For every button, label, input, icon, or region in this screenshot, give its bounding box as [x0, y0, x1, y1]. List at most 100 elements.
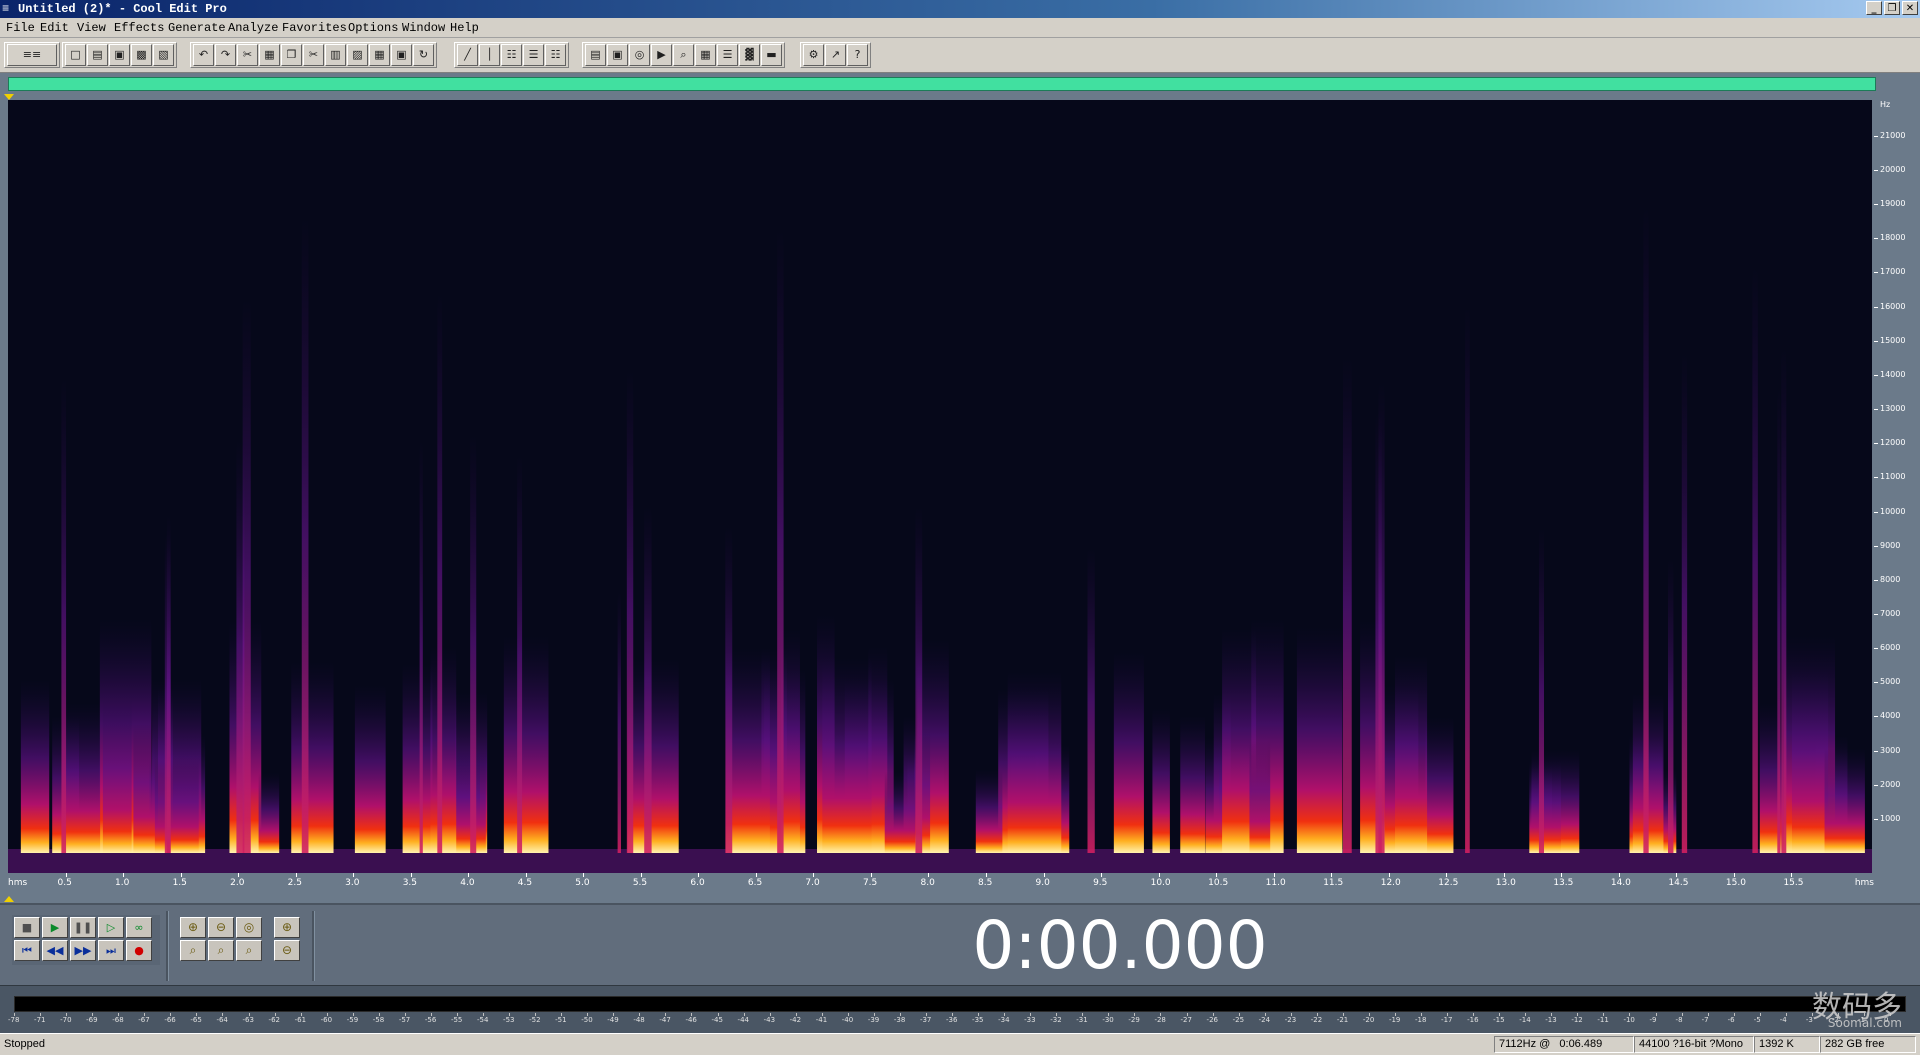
zoom-in-vertical-icon[interactable]: ⊕	[274, 917, 300, 938]
open-icon[interactable]: ▤	[87, 44, 108, 66]
time-ruler[interactable]: hms hms 0.5 1.0 1.5 2.0 2.5 3.0 3.5 4.0 4.5 5.0 5.…	[8, 873, 1874, 895]
frequency-ruler[interactable]: Hz 21000 20000 19000 18000 17000 16000 15000 14…	[1874, 100, 1920, 873]
zoom-right-icon[interactable]: ⌕	[208, 940, 234, 961]
time-tick-label: 8.5	[978, 878, 993, 888]
spectral-spike	[1752, 265, 1758, 853]
hz-tick	[1874, 648, 1878, 650]
close-icon[interactable]: ▧	[153, 44, 174, 66]
repeat-icon[interactable]: ✂	[237, 44, 258, 66]
hz-tick	[1874, 306, 1878, 308]
zoom-full-icon[interactable]: ◎	[236, 917, 262, 938]
go-to-end-icon[interactable]: ⏭	[98, 940, 124, 961]
spectral-burst	[503, 635, 549, 853]
time-tick-label: 5.0	[575, 878, 590, 888]
db-tick-label: -6	[1727, 1016, 1735, 1024]
zoom-controls: ⊕ ⊖ ◎ ⊕ ⌕ ⌕ ⌕ ⊖	[178, 915, 306, 965]
copy-new-icon[interactable]: ▦	[259, 44, 280, 66]
rewind-icon[interactable]: ◀◀	[42, 940, 68, 961]
snap-icon[interactable]: ☷	[545, 44, 566, 66]
save-as-icon[interactable]: ▩	[131, 44, 152, 66]
hz-tick	[1874, 716, 1878, 718]
frame-icon[interactable]: ▣	[607, 44, 628, 66]
cue-list-icon[interactable]: ☰	[717, 44, 738, 66]
paste-new-icon[interactable]: ▨	[347, 44, 368, 66]
settings-icon[interactable]: ⚙	[803, 44, 824, 66]
scripts-icon[interactable]: ◎	[629, 44, 650, 66]
redo-icon[interactable]: ↷	[215, 44, 236, 66]
db-tick-label: -4	[1779, 1016, 1787, 1024]
menu-favorites[interactable]: Favorites	[282, 21, 347, 35]
menu-options[interactable]: Options	[348, 21, 398, 35]
cool-edit-icon[interactable]: ≡	[2, 2, 16, 16]
menu-edit[interactable]: Edit	[40, 21, 69, 35]
go-to-start-icon[interactable]: ⏮	[14, 940, 40, 961]
play-icon[interactable]: ▶	[651, 44, 672, 66]
copy-icon[interactable]: ❐	[281, 44, 302, 66]
close-window-button[interactable]: ✕	[1902, 1, 1918, 15]
menu-help[interactable]: Help	[450, 21, 479, 35]
zoom-selection-icon[interactable]: ⌕	[236, 940, 262, 961]
db-tick-label: -32	[1050, 1016, 1062, 1024]
time-tick	[1791, 873, 1793, 877]
mix-paste-icon[interactable]: ▦	[369, 44, 390, 66]
loop-icon[interactable]: ∞	[126, 917, 152, 938]
help-icon[interactable]: ?	[847, 44, 868, 66]
menu-view[interactable]: View	[77, 21, 106, 35]
stop-icon[interactable]: ■	[14, 917, 40, 938]
bar-icon[interactable]: ▬	[761, 44, 782, 66]
db-tick-label: -19	[1388, 1016, 1401, 1024]
overview-range-bar[interactable]	[8, 77, 1876, 91]
menu-generate[interactable]: Generate	[168, 21, 226, 35]
waveform-view-icon[interactable]: ╱	[457, 44, 478, 66]
undo-icon[interactable]: ↶	[193, 44, 214, 66]
panel-divider	[166, 911, 169, 981]
zoom-out-vertical-icon[interactable]: ⊖	[274, 940, 300, 961]
zoom-in-horizontal-icon[interactable]: ⊕	[180, 917, 206, 938]
spectral-spike	[1681, 351, 1688, 853]
spectrogram[interactable]	[8, 100, 1872, 873]
spectral-view[interactable]	[8, 100, 1872, 873]
record-settings-icon[interactable]: ▤	[585, 44, 606, 66]
new-icon[interactable]: □	[65, 44, 86, 66]
convert-icon[interactable]: ↻	[413, 44, 434, 66]
db-tick-label: -16	[1467, 1016, 1479, 1024]
fast-forward-icon[interactable]: ▶▶	[70, 940, 96, 961]
multitrack-toggle-icon[interactable]: ≡≡	[7, 44, 57, 66]
menu-bar: File Edit View Effects Generate Analyze …	[0, 18, 1920, 38]
save-icon[interactable]: ▣	[109, 44, 130, 66]
menu-analyze[interactable]: Analyze	[228, 21, 278, 35]
menu-effects[interactable]: Effects	[114, 21, 164, 35]
paste-icon[interactable]: ▥	[325, 44, 346, 66]
menu-file[interactable]: File	[6, 21, 35, 35]
db-tick-label: -9	[1649, 1016, 1657, 1024]
spectral-burst	[822, 657, 872, 853]
play-icon[interactable]: ▶	[42, 917, 68, 938]
menu-window[interactable]: Window	[402, 21, 445, 35]
trim-icon[interactable]: ▣	[391, 44, 412, 66]
restore-button[interactable]: ❐	[1884, 1, 1900, 15]
db-tick-label: -36	[946, 1016, 958, 1024]
markers-icon[interactable]: ☰	[523, 44, 544, 66]
cut-icon[interactable]: ✂	[303, 44, 324, 66]
grid-icon[interactable]: ☷	[501, 44, 522, 66]
zoom-out-horizontal-icon[interactable]: ⊖	[208, 917, 234, 938]
minimize-button[interactable]: _	[1866, 1, 1882, 15]
hz-tick-label: 18000	[1880, 233, 1906, 243]
record-icon[interactable]: ●	[126, 940, 152, 961]
help-cursor-icon[interactable]: ↗	[825, 44, 846, 66]
zoom-icon[interactable]: ⌕	[673, 44, 694, 66]
db-tick-label: -62	[268, 1016, 280, 1024]
time-tick-label: 10.0	[1150, 878, 1171, 888]
pause-icon[interactable]: ❚❚	[70, 917, 96, 938]
db-tick-label: -15	[1493, 1016, 1505, 1024]
db-tick-label: -46	[685, 1016, 697, 1024]
level-meter-icon[interactable]: ▓	[739, 44, 760, 66]
time-format-icon[interactable]: ▦	[695, 44, 716, 66]
spectral-burst	[149, 759, 199, 853]
spectral-view-icon[interactable]: │	[479, 44, 500, 66]
zoom-left-icon[interactable]: ⌕	[180, 940, 206, 961]
start-marker-bottom[interactable]	[4, 896, 14, 902]
hz-tick	[1874, 682, 1878, 684]
time-tick-label: 10.5	[1208, 878, 1229, 888]
play-to-end-icon[interactable]: ▷	[98, 917, 124, 938]
